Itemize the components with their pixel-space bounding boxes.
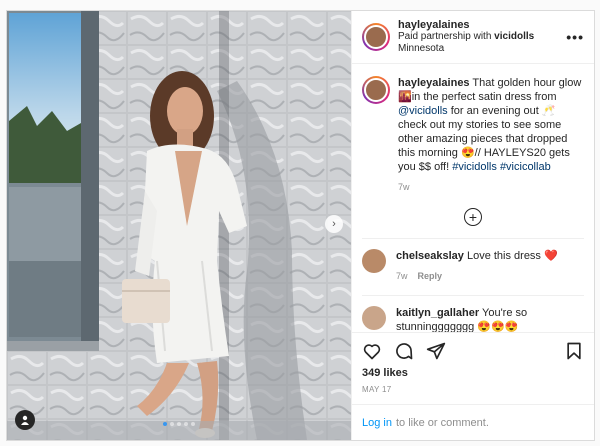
post-date[interactable]: MAY 17 <box>362 385 584 394</box>
comment-item: kaitlyn_gallaher You're so stunningggggg… <box>362 295 584 332</box>
carousel-indicator <box>7 422 351 426</box>
carousel-dot <box>163 422 167 426</box>
comments-section: hayleyalaines That golden hour glow 🌇in … <box>352 64 594 332</box>
carousel-dot <box>170 422 174 426</box>
login-text: to like or comment. <box>395 416 489 429</box>
login-link[interactable]: Log in <box>362 417 392 429</box>
post-header: hayleyalaines Paid partnership with vici… <box>352 11 594 64</box>
next-slide-button[interactable]: › <box>325 215 343 233</box>
carousel-dot <box>184 422 188 426</box>
share-icon <box>426 342 446 360</box>
more-icon: ••• <box>566 29 584 45</box>
comment-age[interactable]: 7w <box>396 271 408 281</box>
plus-circle-icon[interactable]: + <box>464 208 482 226</box>
hashtag-link[interactable]: #vicidolls <box>452 161 497 173</box>
post-sidebar: hayleyalaines Paid partnership with vici… <box>351 11 594 440</box>
caption-username[interactable]: hayleyalaines <box>398 77 470 89</box>
post-actions: 349 likes MAY 17 <box>352 332 594 394</box>
author-username[interactable]: hayleyalaines <box>398 19 566 31</box>
heart-icon <box>363 344 381 360</box>
caption-age[interactable]: 7w <box>398 182 410 192</box>
comment-button[interactable] <box>394 341 414 361</box>
paid-partnership-label: Paid partnership with <box>398 31 495 42</box>
hashtag-link[interactable]: #vicicollab <box>500 161 551 173</box>
likes-count[interactable]: 349 likes <box>362 367 584 379</box>
more-options-button[interactable]: ••• <box>566 29 584 45</box>
tagged-users-button[interactable] <box>15 410 35 430</box>
comment-username[interactable]: kaitlyn_gallaher <box>396 307 479 319</box>
comment-text: Love this dress <box>466 250 541 262</box>
commenter-avatar[interactable] <box>362 249 386 273</box>
load-more-comments: + <box>362 194 584 238</box>
carousel-dot <box>191 422 195 426</box>
reply-button[interactable]: Reply <box>418 271 443 281</box>
paid-partnership: Paid partnership with vicidolls <box>398 31 566 43</box>
partner-link[interactable]: vicidolls <box>494 31 534 42</box>
login-prompt: Log in to like or comment. <box>352 404 594 440</box>
bookmark-icon <box>567 342 581 360</box>
author-avatar[interactable] <box>362 23 390 51</box>
comment-icon <box>396 343 413 360</box>
post-location[interactable]: Minnesota <box>398 43 566 55</box>
user-tag-icon <box>21 415 29 425</box>
comment-item: chelseakslay Love this dress ❤️ 7w Reply <box>362 238 584 283</box>
comment-meta: 7w Reply <box>396 269 584 283</box>
caption: hayleyalaines That golden hour glow 🌇in … <box>362 76 584 194</box>
like-button[interactable] <box>362 341 382 361</box>
caption-avatar[interactable] <box>362 76 390 104</box>
post-photo[interactable]: › <box>7 11 351 440</box>
caption-meta: 7w <box>398 180 584 194</box>
carousel-dot <box>177 422 181 426</box>
commenter-avatar[interactable] <box>362 306 386 330</box>
save-button[interactable] <box>564 341 584 361</box>
comment-username[interactable]: chelseakslay <box>396 250 464 262</box>
share-button[interactable] <box>426 341 446 361</box>
post-dialog: › hayleyalaines Paid partnership with vi… <box>6 10 595 441</box>
mention-link[interactable]: @vicidolls <box>398 105 448 117</box>
chevron-right-icon: › <box>332 218 336 230</box>
post-image <box>7 11 351 440</box>
heart-emoji: ❤️ <box>544 250 558 262</box>
